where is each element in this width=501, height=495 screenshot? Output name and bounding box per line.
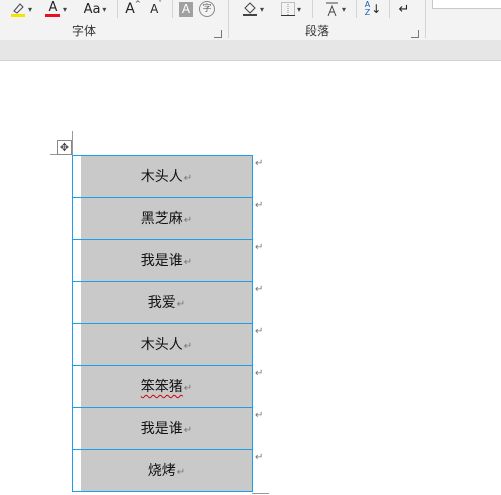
ribbon-group-separator: [425, 0, 426, 38]
end-of-cell-mark: ↵: [183, 257, 193, 268]
text-highlight-color-button[interactable]: ▾: [4, 0, 38, 18]
font-group-label: 字体: [72, 24, 97, 38]
end-of-cell-mark: ↵: [183, 383, 193, 394]
table-row[interactable]: 木头人↵: [72, 324, 253, 366]
end-of-row-mark: ↵: [255, 200, 264, 211]
cell-text: 烧烤: [147, 463, 176, 479]
show-marks-icon: ↵: [398, 1, 410, 17]
sort-letters: AZ: [364, 0, 371, 17]
end-of-cell-mark: ↵: [183, 341, 193, 352]
end-of-row-mark: ↵: [255, 326, 264, 337]
table-row[interactable]: 烧烤↵: [72, 450, 253, 492]
chevron-down-icon[interactable]: ▾: [63, 5, 67, 14]
text-boundary-mark: [72, 131, 73, 155]
end-of-row-mark: ↵: [255, 242, 264, 253]
chevron-down-icon[interactable]: ▾: [102, 5, 106, 14]
end-of-cell-mark: ↵: [183, 173, 193, 184]
table-row[interactable]: 笨笨猪↵: [72, 366, 253, 408]
text-boundary-mark: [252, 493, 269, 494]
cell-text: 木头人: [140, 337, 183, 353]
cell-text: 我是谁: [140, 253, 183, 269]
table-cell[interactable]: 木头人↵: [81, 336, 252, 356]
ribbon-group-separator: [228, 0, 229, 38]
enclose-characters-button[interactable]: 字: [198, 0, 216, 18]
table-row[interactable]: 木头人↵: [72, 156, 253, 198]
end-of-cell-mark: ↵: [176, 299, 186, 310]
end-of-row-mark: ↵: [255, 452, 264, 463]
cell-text: 我是谁: [140, 421, 183, 437]
cell-text: 黑芝麻: [140, 211, 183, 227]
shading-button[interactable]: ▾: [236, 0, 270, 18]
table-row[interactable]: 我是谁↵: [72, 408, 253, 450]
character-shading-glyph: A: [179, 1, 193, 17]
ribbon: ▾ A ▾ Aa ▾ A ^ A ˇ A 字 字体 ▾ ▾ ▾ A Z ↓ ↵ …: [0, 0, 501, 40]
ribbon-bottom-gap: [0, 40, 501, 61]
chevron-down-icon[interactable]: ▾: [297, 5, 301, 14]
enclose-characters-icon: 字: [199, 1, 215, 17]
character-shading-button[interactable]: A: [178, 0, 194, 18]
cell-text: 木头人: [140, 169, 183, 185]
sort-icon: AZ ↓: [365, 1, 382, 17]
asian-layout-button[interactable]: ▾: [318, 0, 352, 18]
asian-layout-icon: [324, 1, 340, 17]
ribbon-separator: [312, 0, 313, 18]
ribbon-separator: [172, 0, 173, 18]
sort-button[interactable]: AZ ↓: [362, 0, 384, 18]
styles-gallery-edge[interactable]: [432, 0, 501, 9]
table-row[interactable]: 黑芝麻↵: [72, 198, 253, 240]
borders-icon: [280, 2, 295, 16]
grow-font-button[interactable]: A ^: [124, 0, 142, 18]
ribbon-separator: [389, 0, 390, 18]
grow-arrow-icon: ^: [134, 0, 141, 8]
table-cell[interactable]: 笨笨猪↵: [81, 378, 252, 398]
end-of-row-mark: ↵: [255, 410, 264, 421]
end-of-cell-mark: ↵: [183, 215, 193, 226]
font-color-bar: [45, 14, 61, 17]
highlighter-icon: [10, 1, 26, 17]
grow-font-glyph: A: [125, 1, 135, 17]
font-color-glyph: A: [48, 0, 58, 15]
table-cell[interactable]: 木头人↵: [81, 168, 252, 188]
show-hide-marks-button[interactable]: ↵: [394, 0, 414, 18]
end-of-row-mark: ↵: [255, 368, 264, 379]
paragraph-group-label: 段落: [305, 24, 330, 38]
chevron-down-icon[interactable]: ▾: [342, 5, 346, 14]
font-color-button[interactable]: A ▾: [40, 0, 72, 18]
end-of-cell-mark: ↵: [176, 467, 186, 478]
end-of-row-mark: ↵: [255, 284, 264, 295]
table-cell[interactable]: 我是谁↵: [81, 252, 252, 272]
chevron-down-icon[interactable]: ▾: [28, 5, 32, 14]
table-cell[interactable]: 黑芝麻↵: [81, 210, 252, 230]
shrink-font-button[interactable]: A ˇ: [147, 0, 165, 18]
borders-button[interactable]: ▾: [274, 0, 308, 18]
change-case-glyph: Aa: [83, 1, 101, 17]
table-cell[interactable]: 我是谁↵: [81, 420, 252, 440]
font-color-icon: A: [45, 1, 61, 17]
ribbon-separator: [356, 0, 357, 18]
font-dialog-launcher-icon[interactable]: [214, 30, 222, 38]
table-cell[interactable]: 我爱↵: [81, 294, 252, 314]
cell-text: 笨笨猪: [140, 379, 183, 395]
ribbon-separator: [117, 0, 118, 18]
table-row[interactable]: 我爱↵: [72, 282, 253, 324]
shrink-font-glyph: A: [150, 2, 159, 16]
table-cell[interactable]: 烧烤↵: [81, 462, 252, 482]
change-case-button[interactable]: Aa ▾: [78, 0, 112, 18]
sort-arrow-icon: ↓: [371, 2, 382, 16]
table-row[interactable]: 我是谁↵: [72, 240, 253, 282]
cell-text: 我爱: [147, 295, 176, 311]
paint-bucket-icon: [242, 1, 258, 17]
shrink-arrow-icon: ˇ: [158, 0, 162, 8]
end-of-row-mark: ↵: [255, 158, 264, 169]
paragraph-dialog-launcher-icon[interactable]: [411, 30, 419, 38]
table-move-handle-icon[interactable]: ✥: [57, 140, 72, 155]
chevron-down-icon[interactable]: ▾: [260, 5, 264, 14]
end-of-cell-mark: ↵: [183, 425, 193, 436]
word-table[interactable]: 木头人↵ 黑芝麻↵ 我是谁↵ 我爱↵ 木头人↵ 笨笨猪↵ 我是谁↵ 烧烤↵: [72, 155, 253, 492]
